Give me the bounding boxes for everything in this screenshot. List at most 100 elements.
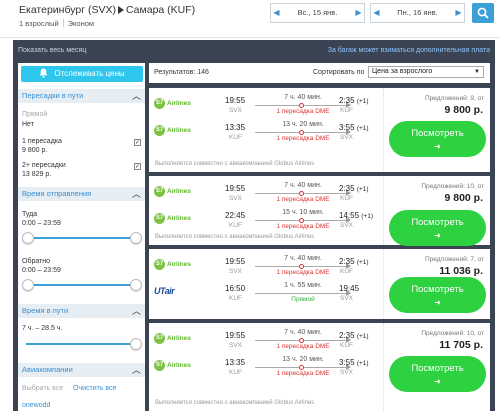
flight-segment: S7 Airlines 13:35 KUF 13 ч. 20 мин. 1 пересад… <box>149 353 383 385</box>
stopover-info[interactable]: 1 пересадка DME <box>267 343 339 350</box>
results-list: Результатов: 146 Сортировать по Цена за … <box>149 63 490 411</box>
there-time-slider[interactable] <box>22 231 142 245</box>
s7-airlines-logo: S7 Airlines <box>154 125 191 136</box>
s7-airlines-logo: S7 Airlines <box>154 213 191 224</box>
departure-time-header[interactable]: Время отправления ︿ <box>18 187 145 201</box>
show-month-link[interactable]: Показать весь месяц <box>18 47 86 54</box>
stops-filter-header[interactable]: Пересадки в пути ︿ <box>18 89 145 103</box>
departure-airport: KUF <box>229 295 242 302</box>
prev-date-icon[interactable]: ◀ <box>271 4 282 22</box>
flight-card: S7 Airlines 19:55 SVX 7 ч. 40 мин. 1 пересадк… <box>149 176 490 246</box>
sort-select[interactable]: Цена за взрослого ▼ <box>368 66 484 78</box>
view-offer-label: Посмотреть <box>411 363 464 374</box>
view-offer-label: Посмотреть <box>411 128 464 139</box>
return-date-picker[interactable]: ◀ Пн., 16 янв. ▶ <box>370 3 465 23</box>
chevron-up-icon[interactable]: ︿ <box>132 187 141 201</box>
offer-panel: Предложений: 9, от 9 800 р. Посмотреть ➜ <box>383 88 490 172</box>
baggage-note-link[interactable]: За багаж может взиматься дополнительная … <box>328 47 490 54</box>
stopover-info[interactable]: 1 пересадка DME <box>267 223 339 230</box>
best-price: 11 705 р. <box>439 339 483 351</box>
chevron-up-icon[interactable]: ︿ <box>132 304 141 318</box>
arrival-airport: KUF <box>340 195 353 202</box>
departure-airport: SVX <box>229 195 243 202</box>
arrival-clock: 2:35 <box>339 96 355 105</box>
arrow-right-icon: ➜ <box>434 298 441 307</box>
select-all-link[interactable]: Выбрать все <box>22 385 63 392</box>
best-price: 9 800 р. <box>444 104 483 116</box>
s7-logo-icon: S7 <box>154 259 165 270</box>
arrow-right-icon: ➜ <box>434 377 441 386</box>
flight-duration: 15 ч. 10 мин. <box>282 209 324 216</box>
one-stop-price: 9 800 р. <box>22 147 48 154</box>
passengers-count[interactable]: 1 взрослый <box>19 19 59 28</box>
stopover-info[interactable]: 1 пересадка DME <box>267 196 339 203</box>
stopover-info[interactable]: 1 пересадка DME <box>267 269 339 276</box>
travel-time-slider[interactable] <box>22 337 142 351</box>
slider-handle-max[interactable] <box>130 232 142 244</box>
arrival-time: 2:35 (+1) <box>339 331 369 340</box>
view-offer-button[interactable]: Посмотреть ➜ <box>389 277 486 313</box>
slider-handle-min[interactable] <box>22 232 34 244</box>
s7-logo-icon: S7 <box>154 125 165 136</box>
arrival-time: 2:35 (+1) <box>339 257 369 266</box>
destination-city: Самара (KUF) <box>125 4 196 16</box>
view-offer-button[interactable]: Посмотреть ➜ <box>389 210 486 246</box>
airline-alliance-item[interactable]: onewodd <box>22 402 50 409</box>
two-stop-checkbox[interactable]: ✓ <box>134 163 141 170</box>
next-date-icon[interactable]: ▶ <box>453 4 464 22</box>
stopover-info[interactable]: 1 пересадка DME <box>267 135 339 142</box>
arrival-clock: 3:55 <box>339 123 355 132</box>
track-prices-button[interactable]: Отслеживать цены <box>21 66 143 82</box>
chevron-up-icon[interactable]: ︿ <box>132 89 141 103</box>
slider-handle-max[interactable] <box>130 338 142 350</box>
next-date-icon[interactable]: ▶ <box>353 4 364 22</box>
flight-duration: 1 ч. 55 мин. <box>284 282 322 289</box>
cabin-class[interactable]: Эконом <box>68 19 94 28</box>
chevron-down-icon: ▼ <box>474 69 480 75</box>
departure-time: 19:55 <box>225 184 246 193</box>
next-day-marker: (+1) <box>356 333 369 340</box>
depart-date-picker[interactable]: ◀ Вс., 15 янв. ▶ <box>270 3 365 23</box>
codeshare-note: Выполняется совместно с авиакомпанией Gl… <box>155 161 315 167</box>
stopover-info[interactable]: Прямой <box>267 296 339 303</box>
two-stop-label: 2+ пересадки <box>22 162 66 169</box>
s7-airlines-logo: S7 Airlines <box>154 98 191 109</box>
clear-all-link[interactable]: Очистить все <box>73 385 116 392</box>
offer-panel: Предложений: 10, от 9 800 р. Посмотреть ➜ <box>383 176 490 246</box>
arrow-right-icon: ➜ <box>434 142 441 151</box>
slider-handle-max[interactable] <box>130 279 142 291</box>
chevron-up-icon[interactable]: ︿ <box>132 363 141 377</box>
departure-time: 19:55 <box>225 257 246 266</box>
airlines-header[interactable]: Авиакомпании ︿ <box>18 363 145 377</box>
view-offer-label: Посмотреть <box>411 284 464 295</box>
offers-count: Предложений: 9, от <box>424 95 484 102</box>
airline-name: Airlines <box>167 188 191 196</box>
route-arrow-icon <box>117 6 124 14</box>
arrival-airport: SVX <box>340 134 354 141</box>
back-time-slider[interactable] <box>22 278 142 292</box>
one-stop-label: 1 пересадка <box>22 138 62 145</box>
stopover-info[interactable]: 1 пересадка DME <box>267 108 339 115</box>
airline-name: Airlines <box>167 127 191 135</box>
route-line <box>255 337 351 343</box>
slider-handle-min[interactable] <box>22 279 34 291</box>
next-day-marker: (+1) <box>356 259 369 266</box>
slider-track <box>26 284 138 286</box>
results-count: Результатов: 146 <box>154 69 209 76</box>
prev-date-icon[interactable]: ◀ <box>371 4 382 22</box>
flight-duration: 7 ч. 40 мин. <box>284 94 322 101</box>
one-stop-checkbox[interactable]: ✓ <box>134 139 141 146</box>
travel-time-header[interactable]: Время в пути ︿ <box>18 304 145 318</box>
view-offer-button[interactable]: Посмотреть ➜ <box>389 356 486 392</box>
airline-name: Airlines <box>167 362 191 370</box>
there-range: 0:00 – 23:59 <box>22 220 61 227</box>
view-offer-button[interactable]: Посмотреть ➜ <box>389 121 486 157</box>
search-button[interactable] <box>472 3 494 23</box>
best-price: 9 800 р. <box>444 192 483 204</box>
direct-value: Нет <box>22 121 34 128</box>
offer-panel: Предложений: 10, от 11 705 р. Посмотреть ➜ <box>383 323 490 411</box>
two-stop-price: 13 829 р. <box>22 171 52 178</box>
stopover-info[interactable]: 1 пересадка DME <box>267 370 339 377</box>
departure-time: 13:35 <box>225 123 246 132</box>
arrival-airport: SVX <box>340 369 354 376</box>
